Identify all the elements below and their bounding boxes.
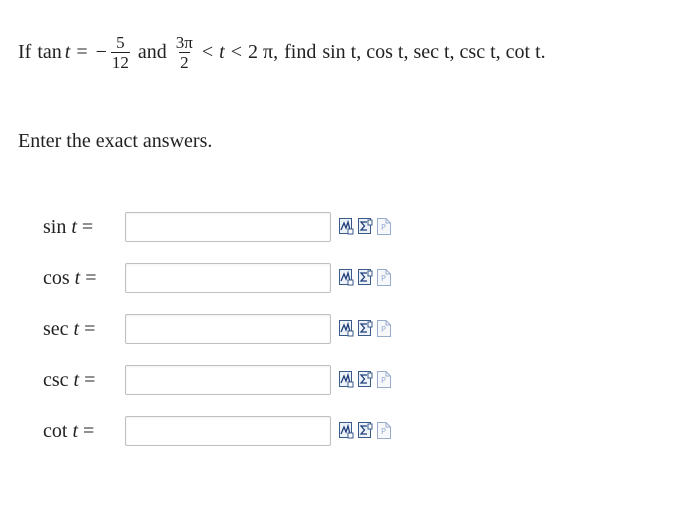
equation-preview-icon[interactable] bbox=[339, 371, 354, 388]
help-page-icon[interactable]: P bbox=[377, 269, 392, 286]
fraction-numerator: 3π bbox=[175, 33, 193, 52]
symbol-palette-icon[interactable] bbox=[358, 218, 373, 235]
svg-text:P: P bbox=[381, 274, 386, 283]
help-page-icon[interactable]: P bbox=[377, 320, 392, 337]
fraction-denominator: 12 bbox=[110, 52, 130, 72]
symbol-palette-icon[interactable] bbox=[358, 422, 373, 439]
equation-preview-icon[interactable] bbox=[339, 218, 354, 235]
problem-lt1: < bbox=[201, 41, 214, 63]
problem-lt2: < bbox=[230, 41, 242, 63]
problem-find: find bbox=[284, 41, 317, 63]
cot-answer-input[interactable] bbox=[125, 416, 331, 446]
answer-tools: P bbox=[339, 422, 392, 439]
answer-row-sec: sec t = P bbox=[0, 314, 679, 348]
answer-row-sin: sin t = P bbox=[0, 212, 679, 246]
svg-text:P: P bbox=[381, 376, 386, 385]
sec-answer-input[interactable] bbox=[125, 314, 331, 344]
problem-prefix: If bbox=[18, 41, 32, 63]
answer-label: cot t = bbox=[43, 420, 95, 442]
equation-preview-icon[interactable] bbox=[339, 422, 354, 439]
answer-row-cos: cos t = P bbox=[0, 263, 679, 297]
answer-tools: P bbox=[339, 371, 392, 388]
help-page-icon[interactable]: P bbox=[377, 218, 392, 235]
svg-text:P: P bbox=[381, 223, 386, 232]
answer-label: cos t = bbox=[43, 267, 97, 289]
sin-answer-input[interactable] bbox=[125, 212, 331, 242]
svg-text:P: P bbox=[381, 427, 386, 436]
problem-var2: t bbox=[219, 41, 225, 63]
symbol-palette-icon[interactable] bbox=[358, 320, 373, 337]
fraction-5-12: 5 12 bbox=[110, 33, 130, 72]
answer-tools: P bbox=[339, 320, 392, 337]
answer-label: csc t = bbox=[43, 369, 96, 391]
problem-var: t bbox=[64, 41, 71, 63]
help-page-icon[interactable]: P bbox=[377, 371, 392, 388]
help-page-icon[interactable]: P bbox=[377, 422, 392, 439]
cos-answer-input[interactable] bbox=[125, 263, 331, 293]
problem-minus: − bbox=[95, 41, 107, 63]
csc-answer-input[interactable] bbox=[125, 365, 331, 395]
answer-label: sin t = bbox=[43, 216, 94, 238]
fraction-denominator: 2 bbox=[179, 52, 190, 72]
instructions: Enter the exact answers. bbox=[18, 130, 213, 152]
problem-fn: tan bbox=[37, 41, 62, 63]
fraction-numerator: 5 bbox=[116, 33, 125, 52]
equation-preview-icon[interactable] bbox=[339, 320, 354, 337]
problem-and: and bbox=[137, 41, 167, 63]
problem-eq: = bbox=[76, 41, 88, 63]
answer-tools: P bbox=[339, 269, 392, 286]
fraction-3pi-2: 3π 2 bbox=[175, 34, 194, 71]
problem-upper: 2 π, bbox=[248, 41, 279, 63]
equation-preview-icon[interactable] bbox=[339, 269, 354, 286]
symbol-palette-icon[interactable] bbox=[358, 371, 373, 388]
svg-text:P: P bbox=[381, 325, 386, 334]
problem-statement: If tan t = − 5 12 and 3π 2 < t < 2 π, fi… bbox=[18, 34, 546, 71]
problem-targets: sin t, cos t, sec t, csc t, cot t. bbox=[322, 41, 546, 63]
answer-label: sec t = bbox=[43, 318, 96, 340]
answer-row-csc: csc t = P bbox=[0, 365, 679, 399]
answer-row-cot: cot t = P bbox=[0, 416, 679, 450]
symbol-palette-icon[interactable] bbox=[358, 269, 373, 286]
answer-tools: P bbox=[339, 218, 392, 235]
